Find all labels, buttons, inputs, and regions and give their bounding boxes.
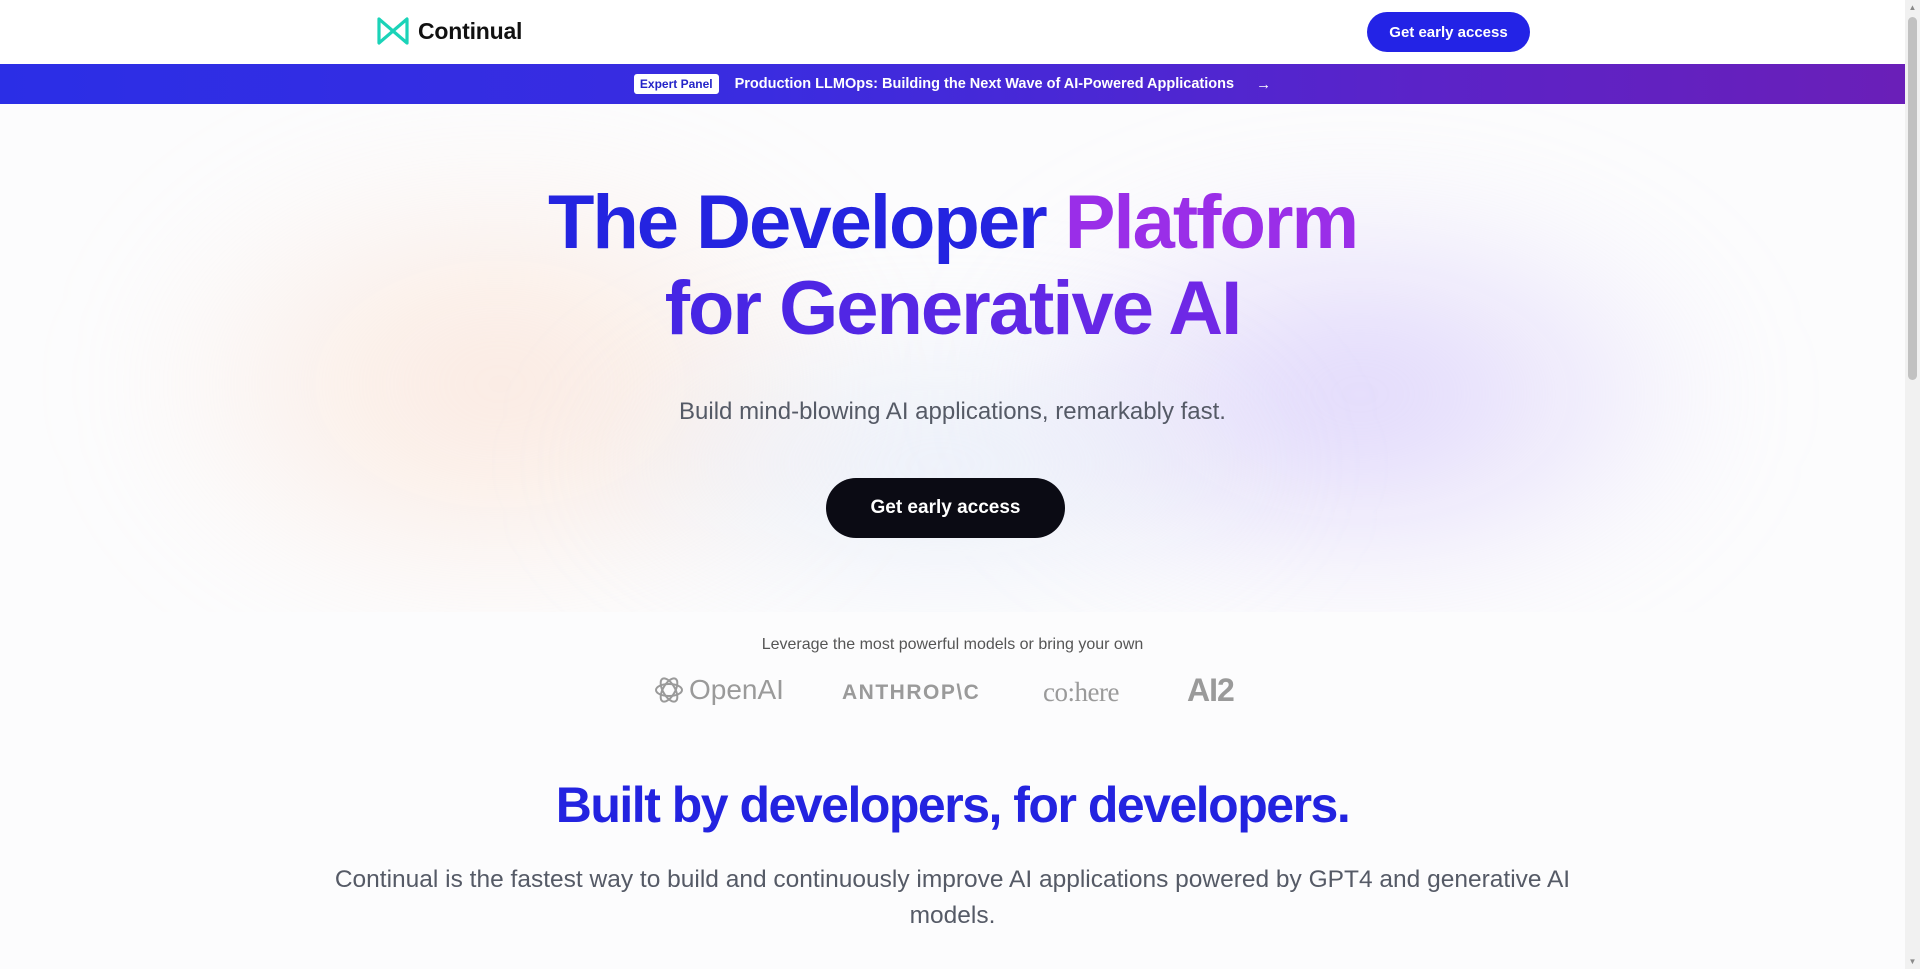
- anthropic-logo: ANTHROP\C: [842, 681, 981, 704]
- page: Continual Get early access Expert Panel …: [0, 0, 1905, 969]
- hero-subtitle: Build mind-blowing AI applications, rema…: [679, 398, 1226, 425]
- openai-icon: [655, 677, 683, 703]
- banner-link-text[interactable]: Production LLMOps: Building the Next Wav…: [735, 76, 1234, 92]
- continual-logo-icon: [377, 17, 409, 45]
- hero-title-line-2: for Generative AI: [0, 266, 1905, 352]
- vertical-scrollbar[interactable]: ▲ ▼: [1905, 0, 1920, 969]
- openai-logo: OpenAI: [653, 674, 784, 706]
- hero-section: The Developer Platform for Generative AI…: [0, 104, 1905, 612]
- site-header: Continual Get early access: [0, 0, 1905, 64]
- openai-logo-text: OpenAI: [689, 674, 784, 705]
- scrollbar-thumb[interactable]: [1908, 17, 1917, 380]
- ai2-logo: AI2: [1187, 672, 1235, 708]
- brand-name: Continual: [418, 17, 523, 44]
- hero-title-line-1: The Developer Platform: [0, 180, 1905, 266]
- section-title: Built by developers, for developers.: [555, 777, 1351, 833]
- hero-title-part: Platform: [1064, 180, 1359, 265]
- hero-get-early-access-button[interactable]: Get early access: [826, 478, 1065, 538]
- arrow-right-icon: →: [1256, 75, 1272, 93]
- scroll-down-arrow-icon[interactable]: ▼: [1905, 954, 1920, 969]
- models-label: Leverage the most powerful models or bri…: [761, 636, 1144, 653]
- hero-title-part: The Developer: [547, 180, 1065, 265]
- section-description: Continual is the fastest way to build an…: [334, 866, 1571, 929]
- hero-background-glow: [560, 314, 1320, 612]
- announcement-banner[interactable]: Expert Panel Production LLMOps: Building…: [0, 64, 1905, 104]
- hero-title: The Developer Platform for Generative AI: [0, 180, 1905, 352]
- brand-logo[interactable]: Continual: [376, 16, 522, 46]
- scroll-up-arrow-icon[interactable]: ▲: [1905, 0, 1920, 15]
- banner-badge: Expert Panel: [633, 74, 719, 94]
- cohere-logo: co:here: [1043, 677, 1119, 707]
- header-get-early-access-button[interactable]: Get early access: [1367, 12, 1530, 52]
- model-logos: OpenAI ANTHROP\C co:here AI2: [0, 672, 1905, 714]
